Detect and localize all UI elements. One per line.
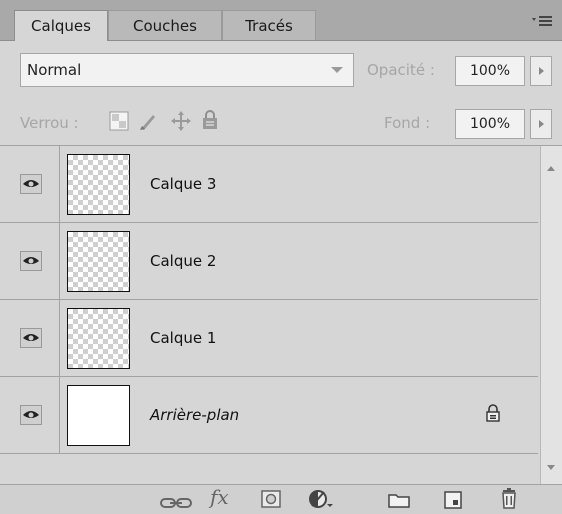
layers-panel: Calques Couches Tracés Normal Opacité : … bbox=[0, 0, 562, 514]
tab-calques[interactable]: Calques bbox=[14, 10, 108, 41]
fill-value: 100% bbox=[469, 116, 511, 132]
tab-traces-label: Tracés bbox=[245, 17, 293, 35]
layer-row[interactable]: Calque 2 bbox=[0, 223, 538, 300]
visibility-cell[interactable] bbox=[0, 300, 60, 376]
layer-name[interactable]: Calque 1 bbox=[150, 328, 216, 348]
chevron-down-icon bbox=[331, 67, 343, 73]
blend-mode-value: Normal bbox=[27, 61, 82, 79]
scroll-up-icon[interactable] bbox=[547, 166, 555, 171]
layer-thumbnail[interactable] bbox=[67, 385, 130, 446]
fill-slider-button[interactable] bbox=[530, 109, 552, 139]
delete-layer-icon[interactable] bbox=[500, 488, 518, 514]
fx-icon[interactable]: fx bbox=[210, 486, 229, 508]
adjustment-layer-icon[interactable] bbox=[308, 489, 334, 513]
layer-name[interactable]: Calque 2 bbox=[150, 251, 216, 271]
eye-icon[interactable] bbox=[20, 328, 42, 348]
fx-label: fx bbox=[210, 485, 229, 509]
layer-name[interactable]: Calque 3 bbox=[150, 174, 216, 194]
eye-icon[interactable] bbox=[20, 174, 42, 194]
lock-transparent-pixels-icon[interactable] bbox=[109, 111, 129, 135]
scroll-down-icon[interactable] bbox=[547, 465, 555, 470]
layer-thumbnail[interactable] bbox=[67, 231, 130, 292]
lock-image-pixels-icon[interactable] bbox=[137, 110, 159, 136]
fill-input[interactable]: 100% bbox=[455, 109, 525, 139]
tab-traces[interactable]: Tracés bbox=[222, 10, 316, 40]
link-layers-icon[interactable] bbox=[160, 494, 192, 513]
tab-calques-label: Calques bbox=[31, 17, 91, 35]
layers-scrollbar[interactable] bbox=[540, 146, 562, 484]
opacity-input[interactable]: 100% bbox=[455, 56, 525, 86]
layer-thumbnail[interactable] bbox=[67, 308, 130, 369]
add-mask-icon[interactable] bbox=[261, 490, 281, 512]
new-layer-icon[interactable] bbox=[444, 491, 462, 513]
visibility-cell[interactable] bbox=[0, 377, 60, 453]
lock-all-icon[interactable] bbox=[201, 110, 219, 134]
eye-icon[interactable] bbox=[20, 251, 42, 271]
tab-couches[interactable]: Couches bbox=[108, 10, 222, 40]
layer-name[interactable]: Arrière-plan bbox=[150, 405, 239, 425]
layers-list: Calque 3 Calque 2 Calque 1 Arrière-plan bbox=[0, 145, 562, 486]
panel-menu-icon[interactable] bbox=[530, 14, 554, 32]
layer-thumbnail[interactable] bbox=[67, 154, 130, 215]
layer-row[interactable]: Calque 1 bbox=[0, 300, 538, 377]
opacity-slider-button[interactable] bbox=[530, 56, 552, 86]
layer-row[interactable]: Calque 3 bbox=[0, 146, 538, 223]
visibility-cell[interactable] bbox=[0, 223, 60, 299]
opacity-label: Opacité : bbox=[367, 61, 435, 79]
lock-position-icon[interactable] bbox=[170, 110, 192, 136]
layers-toolbar: fx bbox=[0, 484, 562, 514]
visibility-cell[interactable] bbox=[0, 146, 60, 222]
fill-label: Fond : bbox=[384, 114, 431, 132]
layer-row[interactable]: Arrière-plan bbox=[0, 377, 538, 454]
blend-mode-select[interactable]: Normal bbox=[20, 53, 354, 87]
opacity-value: 100% bbox=[469, 63, 511, 79]
new-group-icon[interactable] bbox=[388, 492, 410, 512]
eye-icon[interactable] bbox=[20, 405, 42, 425]
tab-bar: Calques Couches Tracés bbox=[0, 0, 562, 41]
tab-couches-label: Couches bbox=[133, 17, 197, 35]
lock-icon bbox=[485, 404, 501, 426]
lock-label: Verrou : bbox=[20, 114, 79, 132]
